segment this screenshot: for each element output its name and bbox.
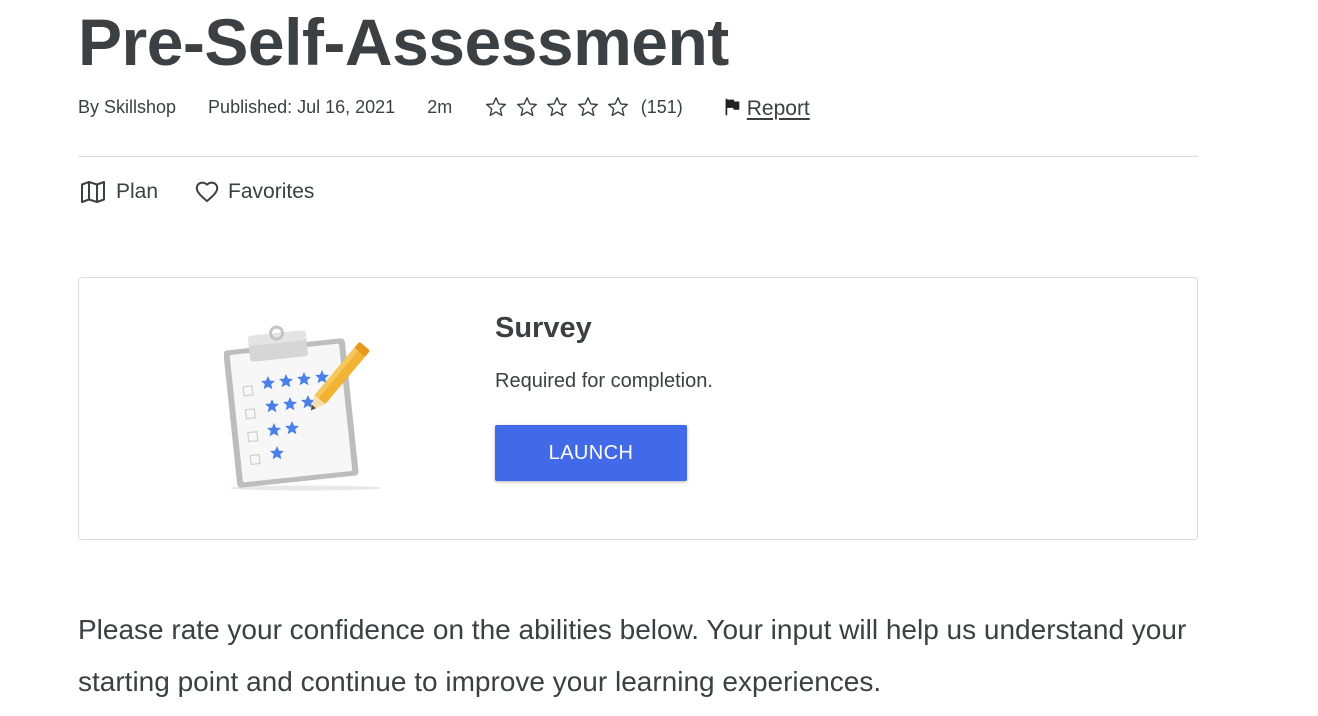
page: Pre-Self-Assessment By Skillshop Publish… — [0, 0, 1318, 716]
description-text: Please rate your confidence on the abili… — [78, 614, 1187, 697]
favorites-label: Favorites — [228, 180, 315, 203]
favorites-button[interactable]: Favorites — [194, 179, 314, 205]
meta-row: By Skillshop Published: Jul 16, 2021 2m … — [78, 92, 810, 122]
page-title: Pre-Self-Assessment — [78, 5, 729, 79]
star-outline-icon[interactable] — [484, 95, 508, 119]
star-outline-icon[interactable] — [515, 95, 539, 119]
survey-clipboard-illustration — [224, 325, 382, 491]
star-outline-icon[interactable] — [576, 95, 600, 119]
launch-button[interactable]: LAUNCH — [495, 425, 687, 481]
divider — [78, 156, 1198, 157]
author-label: By Skillshop — [78, 96, 177, 117]
report-link[interactable]: Report — [721, 95, 810, 120]
duration-label: 2m — [427, 96, 453, 117]
action-bar: Plan Favorites — [78, 177, 350, 207]
flag-icon — [725, 98, 740, 116]
card-title: Survey — [495, 312, 592, 344]
report-label: Report — [746, 97, 810, 120]
card-subtitle: Required for completion. — [495, 370, 713, 392]
heart-outline-icon — [195, 181, 219, 203]
map-icon — [81, 181, 105, 203]
rating-count: (151) — [640, 96, 683, 117]
star-outline-icon[interactable] — [606, 95, 630, 119]
plan-label: Plan — [116, 180, 159, 203]
star-outline-icon[interactable] — [545, 95, 569, 119]
rating-stars[interactable] — [484, 95, 637, 119]
survey-card: Survey Required for completion. LAUNCH — [78, 277, 1198, 540]
published-date: Published: Jul 16, 2021 — [208, 96, 396, 117]
plan-button[interactable]: Plan — [78, 177, 158, 207]
